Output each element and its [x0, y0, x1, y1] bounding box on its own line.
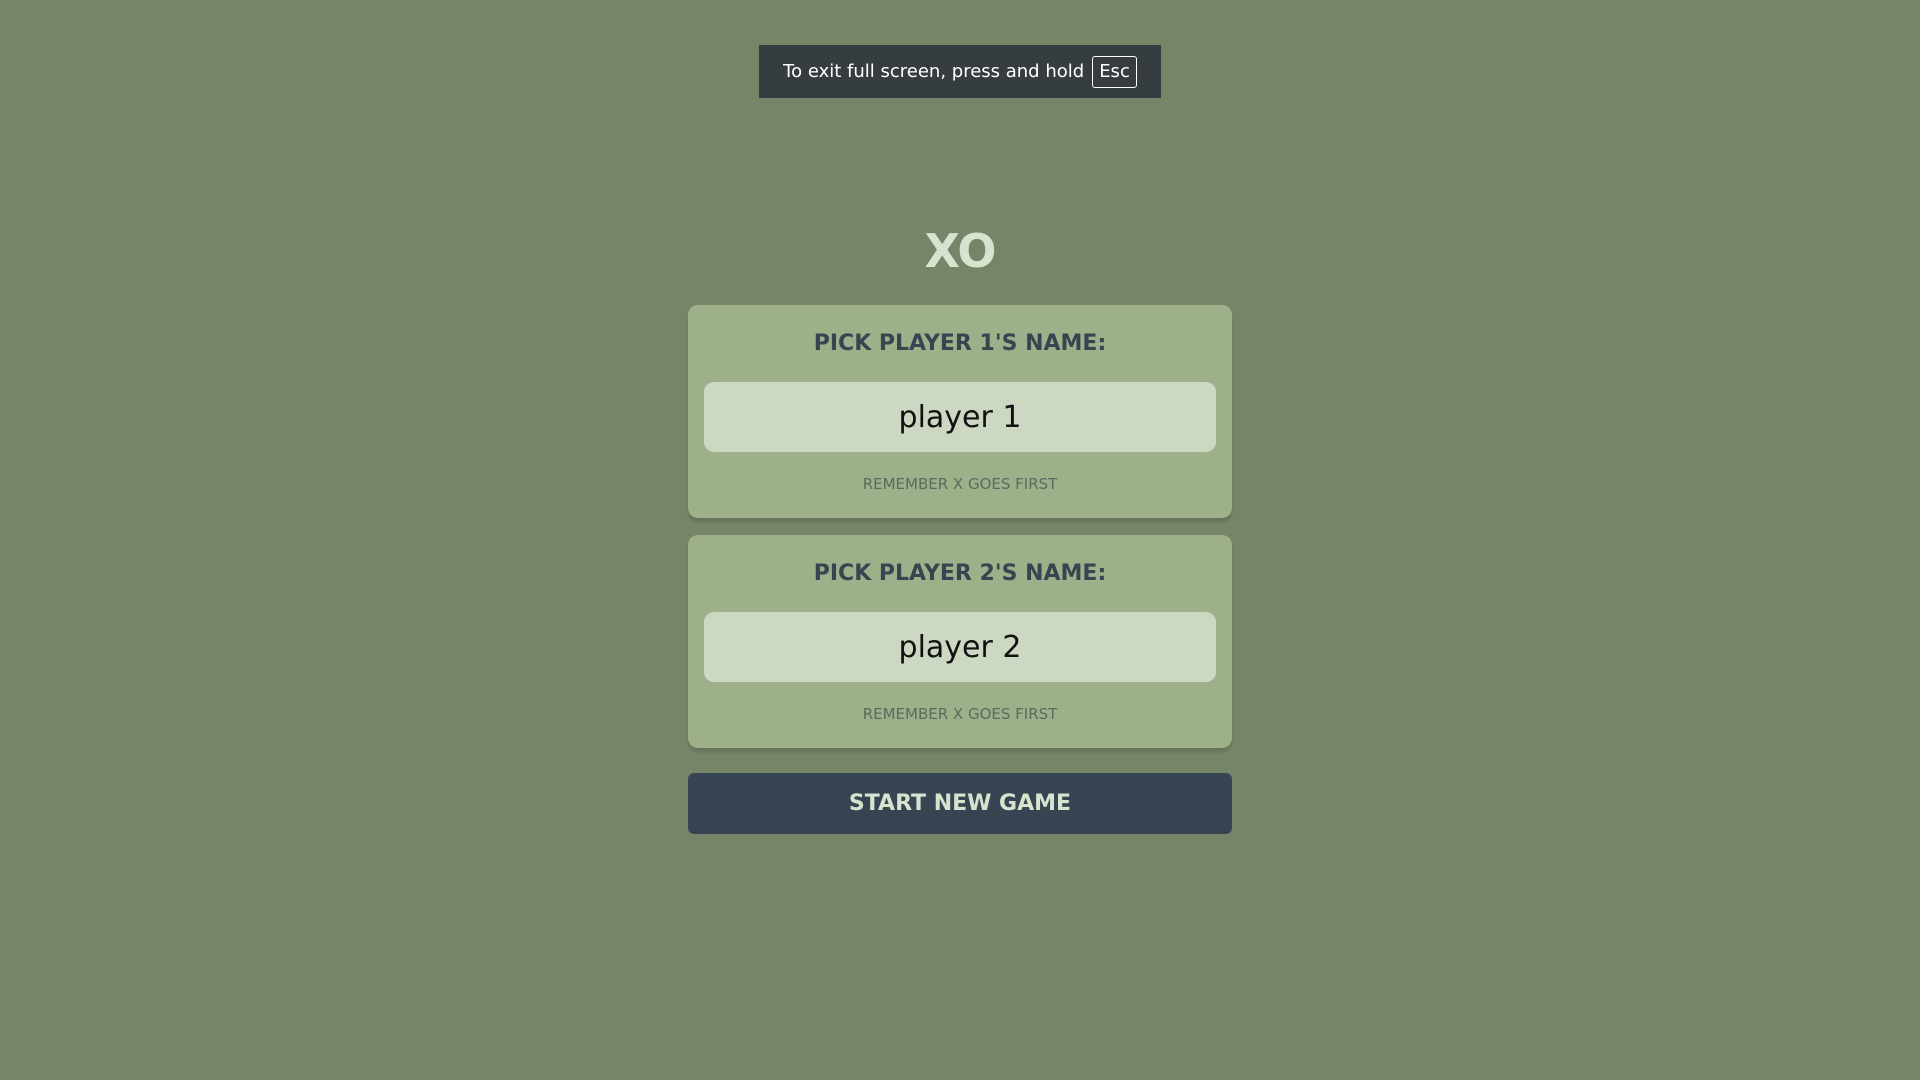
player-2-heading: PICK PLAYER 2'S NAME:	[813, 561, 1107, 586]
esc-key-badge: Esc	[1092, 55, 1137, 88]
player-2-hint: REMEMBER X GOES FIRST	[862, 705, 1058, 723]
player-1-heading: PICK PLAYER 1'S NAME:	[813, 331, 1107, 356]
player-2-name-input[interactable]	[704, 612, 1216, 682]
player-2-card: PICK PLAYER 2'S NAME: REMEMBER X GOES FI…	[688, 535, 1232, 748]
start-new-game-button[interactable]: START NEW GAME	[688, 773, 1232, 834]
fullscreen-notice: To exit full screen, press and hold Esc	[759, 45, 1161, 98]
fullscreen-notice-text: To exit full screen, press and hold	[783, 61, 1085, 82]
player-1-card: PICK PLAYER 1'S NAME: REMEMBER X GOES FI…	[688, 305, 1232, 518]
player-1-name-input[interactable]	[704, 382, 1216, 452]
player-1-hint: REMEMBER X GOES FIRST	[862, 475, 1058, 493]
app-title: XO	[924, 224, 997, 278]
